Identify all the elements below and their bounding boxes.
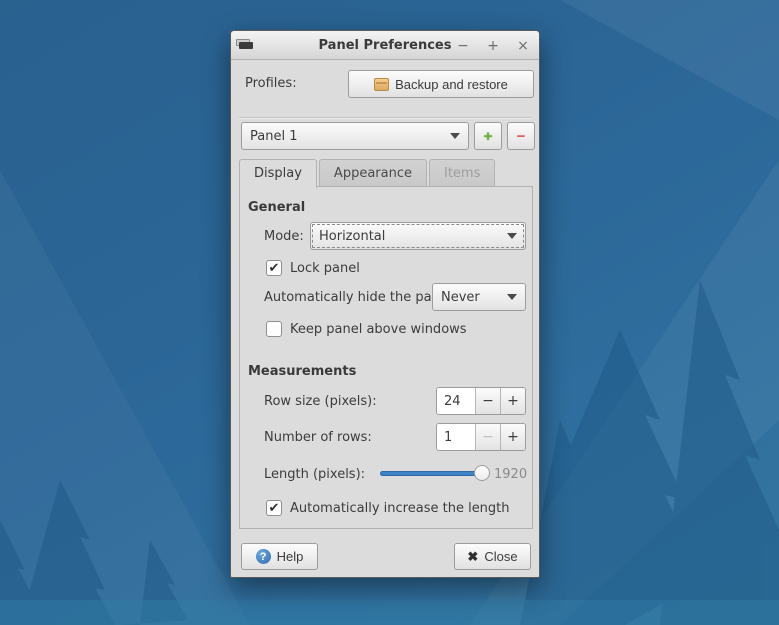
remove-panel-button[interactable]: −	[507, 122, 535, 150]
add-panel-button[interactable]: +	[474, 122, 502, 150]
rows-spinbox: − +	[436, 423, 526, 451]
length-slider[interactable]	[380, 465, 488, 481]
close-window-icon[interactable]: ×	[515, 39, 531, 53]
rows-input[interactable]	[437, 424, 475, 450]
length-label: Length (pixels):	[264, 467, 365, 482]
display-tab-panel: General Mode: Horizontal ✔ Lock panel Au…	[239, 186, 533, 529]
help-question-icon: ?	[256, 549, 271, 564]
row-size-decrement-button[interactable]: −	[475, 388, 500, 414]
backup-and-restore-button[interactable]: Backup and restore	[348, 70, 534, 98]
row-size-increment-button[interactable]: +	[500, 388, 525, 414]
mode-label: Mode:	[264, 229, 304, 244]
keep-above-label: Keep panel above windows	[290, 322, 467, 337]
chevron-down-icon	[507, 294, 517, 300]
desktop-wallpaper: Panel Preferences − + × Profiles: Backup…	[0, 0, 779, 625]
profiles-label: Profiles:	[245, 76, 297, 91]
panel-select-value: Panel 1	[250, 129, 444, 144]
panel-preferences-dialog: Panel Preferences − + × Profiles: Backup…	[230, 30, 540, 578]
auto-increase-row: ✔ Automatically increase the length	[266, 500, 510, 516]
length-value: 1920	[494, 467, 527, 482]
panel-app-icon	[237, 38, 255, 52]
tab-display[interactable]: Display	[239, 159, 317, 188]
titlebar[interactable]: Panel Preferences − + ×	[231, 31, 539, 60]
panel-select-dropdown[interactable]: Panel 1	[241, 122, 469, 150]
measurements-heading: Measurements	[248, 364, 356, 379]
minimize-icon[interactable]: −	[455, 39, 471, 53]
backup-button-label: Backup and restore	[395, 77, 508, 92]
archive-box-icon	[374, 78, 389, 91]
tab-items[interactable]: Items	[429, 159, 495, 187]
rows-decrement-button[interactable]: −	[475, 424, 500, 450]
rows-label: Number of rows:	[264, 430, 372, 445]
maximize-icon[interactable]: +	[485, 39, 501, 53]
general-heading: General	[248, 200, 305, 215]
close-button[interactable]: ✖ Close	[454, 543, 531, 570]
help-button[interactable]: ? Help	[241, 543, 318, 570]
help-button-label: Help	[277, 549, 304, 564]
autohide-label: Automatically hide the panel:	[264, 290, 456, 305]
chevron-down-icon	[507, 233, 517, 239]
chevron-down-icon	[450, 133, 460, 139]
slider-handle[interactable]	[474, 465, 490, 481]
slider-track	[380, 471, 488, 476]
panel-selector-row: Panel 1 + −	[231, 118, 539, 158]
keep-above-row: Keep panel above windows	[266, 321, 467, 337]
profiles-row: Profiles: Backup and restore	[231, 60, 539, 107]
tab-bar: Display Appearance Items	[239, 159, 497, 188]
row-size-spinbox: − +	[436, 387, 526, 415]
lock-panel-row: ✔ Lock panel	[266, 260, 360, 276]
close-x-icon: ✖	[467, 549, 478, 565]
row-size-label: Row size (pixels):	[264, 394, 377, 409]
tab-appearance[interactable]: Appearance	[319, 159, 427, 187]
mode-value: Horizontal	[319, 229, 501, 244]
lock-panel-checkbox[interactable]: ✔	[266, 260, 282, 276]
auto-increase-checkbox[interactable]: ✔	[266, 500, 282, 516]
keep-above-checkbox[interactable]	[266, 321, 282, 337]
autohide-value: Never	[441, 290, 501, 305]
autohide-dropdown[interactable]: Never	[432, 283, 526, 311]
mode-dropdown[interactable]: Horizontal	[310, 222, 526, 250]
auto-increase-label: Automatically increase the length	[290, 501, 510, 516]
rows-increment-button[interactable]: +	[500, 424, 525, 450]
row-size-input[interactable]	[437, 388, 475, 414]
lock-panel-label: Lock panel	[290, 261, 360, 276]
close-button-label: Close	[484, 549, 517, 564]
